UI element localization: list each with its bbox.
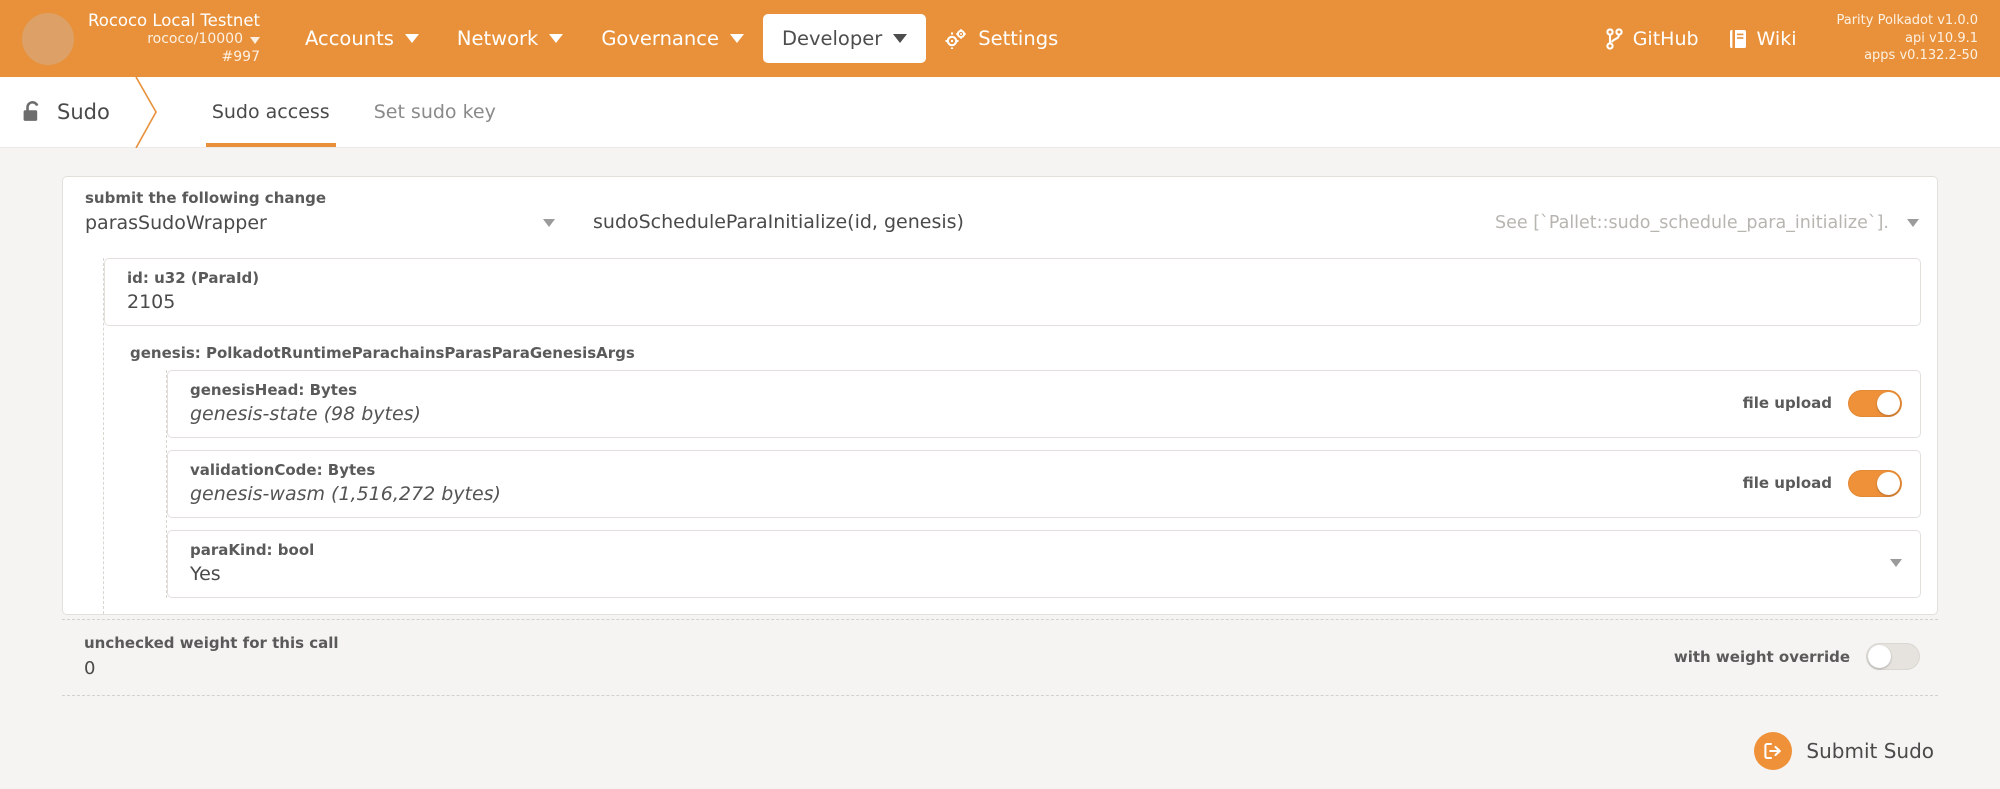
chain-name: Rococo Local Testnet xyxy=(88,11,260,31)
param-genesis-label: genesis: PolkadotRuntimeParachainsParasP… xyxy=(130,344,635,362)
param-genesis-head-inner: genesisHead: Bytes genesis-state (98 byt… xyxy=(190,381,1743,425)
genesis-head-upload-toggle-group: file upload xyxy=(1742,389,1902,417)
weight-label: unchecked weight for this call xyxy=(84,634,339,652)
method-doc-dropdown[interactable]: See [`Pallet::sudo_schedule_para_initial… xyxy=(1495,213,1919,234)
chevron-down-icon[interactable] xyxy=(1890,559,1902,567)
chevron-down-icon xyxy=(549,34,564,43)
tab-sudo-access[interactable]: Sudo access xyxy=(190,77,352,147)
method-doc-text: See [`Pallet::sudo_schedule_para_initial… xyxy=(1495,213,1889,233)
nav-item-settings[interactable]: Settings xyxy=(926,14,1077,63)
git-branch-icon xyxy=(1606,27,1623,50)
submit-row: Submit Sudo xyxy=(62,696,1938,770)
github-link[interactable]: GitHub xyxy=(1606,28,1699,50)
tab-set-sudo-key-label: Set sudo key xyxy=(373,101,496,123)
chain-spec-label: rococo/10000 xyxy=(147,31,243,48)
genesis-subparams: genesisHead: Bytes genesis-state (98 byt… xyxy=(166,370,1937,598)
param-validation-code[interactable]: validationCode: Bytes genesis-wasm (1,51… xyxy=(167,450,1921,518)
extrinsic-selector-row: submit the following change parasSudoWra… xyxy=(63,177,1937,248)
nav-item-developer-label: Developer xyxy=(781,27,883,50)
tab-sudo-access-label: Sudo access xyxy=(211,101,330,123)
main-content: submit the following change parasSudoWra… xyxy=(0,148,2000,770)
chevron-down-icon xyxy=(543,219,555,227)
param-genesis-head-label: genesisHead: Bytes xyxy=(190,381,358,399)
parameters-container: id: u32 (ParaId) 2105 genesis: PolkadotR… xyxy=(103,258,1937,614)
version-info: Parity Polkadot v1.0.0 api v10.9.1 apps … xyxy=(1836,12,1978,65)
param-para-kind-label: paraKind: bool xyxy=(190,541,315,559)
chevron-down-icon xyxy=(729,34,744,43)
toggle-knob xyxy=(1868,645,1891,668)
wiki-link[interactable]: Wiki xyxy=(1729,27,1797,50)
weight-override-toggle[interactable] xyxy=(1866,643,1920,670)
param-para-kind-value: Yes xyxy=(190,563,221,585)
param-validation-code-inner: validationCode: Bytes genesis-wasm (1,51… xyxy=(190,461,1743,505)
weight-override-group: with weight override xyxy=(1674,643,1920,670)
toggle-knob xyxy=(1877,471,1900,495)
method-dropdown-value: sudoScheduleParaInitialize(id, genesis) xyxy=(593,211,964,233)
extrinsic-card: submit the following change parasSudoWra… xyxy=(62,176,1938,615)
gears-icon xyxy=(945,28,967,49)
module-field[interactable]: submit the following change parasSudoWra… xyxy=(85,189,555,234)
chain-spec: rococo/10000 xyxy=(147,31,260,48)
genesis-head-upload-toggle[interactable] xyxy=(1848,389,1902,417)
nav-item-network-label: Network xyxy=(456,27,539,50)
param-genesis-head[interactable]: genesisHead: Bytes genesis-state (98 byt… xyxy=(167,370,1921,438)
param-validation-code-label: validationCode: Bytes xyxy=(190,461,376,479)
nav-item-network[interactable]: Network xyxy=(438,14,582,63)
module-dropdown[interactable]: parasSudoWrapper xyxy=(85,212,555,234)
weight-section: unchecked weight for this call 0 with we… xyxy=(62,619,1938,696)
nav-item-settings-label: Settings xyxy=(978,27,1059,50)
weight-field: unchecked weight for this call 0 xyxy=(84,634,339,679)
chain-avatar xyxy=(22,12,74,65)
genesis-head-upload-toggle-label: file upload xyxy=(1742,394,1832,412)
nav-item-governance-label: Governance xyxy=(601,27,719,50)
top-navigation-bar: Rococo Local Testnet rococo/10000 #997 A… xyxy=(0,0,2000,77)
weight-override-label: with weight override xyxy=(1673,647,1850,666)
param-id-label: id: u32 (ParaId) xyxy=(127,269,260,287)
param-validation-code-value: genesis-wasm (1,516,272 bytes) xyxy=(190,483,501,505)
version-node: Parity Polkadot v1.0.0 xyxy=(1836,13,1978,29)
param-id[interactable]: id: u32 (ParaId) 2105 xyxy=(104,258,1921,326)
param-para-kind-inner: paraKind: bool Yes xyxy=(190,541,1890,585)
extrinsic-section-label: submit the following change xyxy=(85,189,327,207)
chain-block-number: #997 xyxy=(221,48,260,65)
nav-item-governance[interactable]: Governance xyxy=(582,14,763,63)
version-api: api v10.9.1 xyxy=(1904,30,1978,46)
topbar-external-links: GitHub Wiki xyxy=(1606,27,1797,50)
validation-code-upload-toggle-group: file upload xyxy=(1742,469,1902,497)
param-id-inner: id: u32 (ParaId) 2105 xyxy=(127,269,1902,313)
page-tab-bar: Sudo Sudo access Set sudo key xyxy=(0,76,2000,149)
chevron-down-icon[interactable] xyxy=(249,36,260,44)
tab-set-sudo-key[interactable]: Set sudo key xyxy=(352,77,518,147)
lock-open-icon xyxy=(22,100,43,124)
chevron-down-icon xyxy=(893,34,908,43)
toggle-knob xyxy=(1877,391,1900,415)
sign-in-icon xyxy=(1754,732,1793,770)
breadcrumb-label: Sudo xyxy=(57,100,110,124)
param-genesis-head-value: genesis-state (98 bytes) xyxy=(190,403,421,425)
param-id-value[interactable]: 2105 xyxy=(127,291,1902,313)
wiki-link-label: Wiki xyxy=(1756,27,1797,50)
validation-code-upload-toggle-label: file upload xyxy=(1742,474,1832,492)
nav-item-accounts[interactable]: Accounts xyxy=(286,14,438,63)
chain-info[interactable]: Rococo Local Testnet rococo/10000 #997 xyxy=(88,11,260,65)
submit-sudo-button-label: Submit Sudo xyxy=(1806,739,1934,763)
submit-sudo-button[interactable]: Submit Sudo xyxy=(1754,732,1934,770)
breadcrumb: Sudo xyxy=(0,76,157,149)
module-dropdown-value: parasSudoWrapper xyxy=(85,212,267,234)
weight-value: 0 xyxy=(84,658,96,679)
nav-item-accounts-label: Accounts xyxy=(304,27,394,50)
github-link-label: GitHub xyxy=(1632,27,1699,50)
tab-list: Sudo access Set sudo key xyxy=(190,77,518,147)
book-icon xyxy=(1729,29,1747,49)
nav-item-developer[interactable]: Developer xyxy=(762,14,927,63)
chevron-down-icon xyxy=(404,34,419,43)
param-para-kind[interactable]: paraKind: bool Yes xyxy=(167,530,1921,598)
validation-code-upload-toggle[interactable] xyxy=(1848,469,1902,497)
breadcrumb-arrow-icon xyxy=(134,76,164,149)
method-dropdown[interactable]: sudoScheduleParaInitialize(id, genesis) xyxy=(593,211,964,234)
version-apps: apps v0.132.2-50 xyxy=(1864,48,1978,64)
chevron-down-icon xyxy=(1907,219,1919,227)
